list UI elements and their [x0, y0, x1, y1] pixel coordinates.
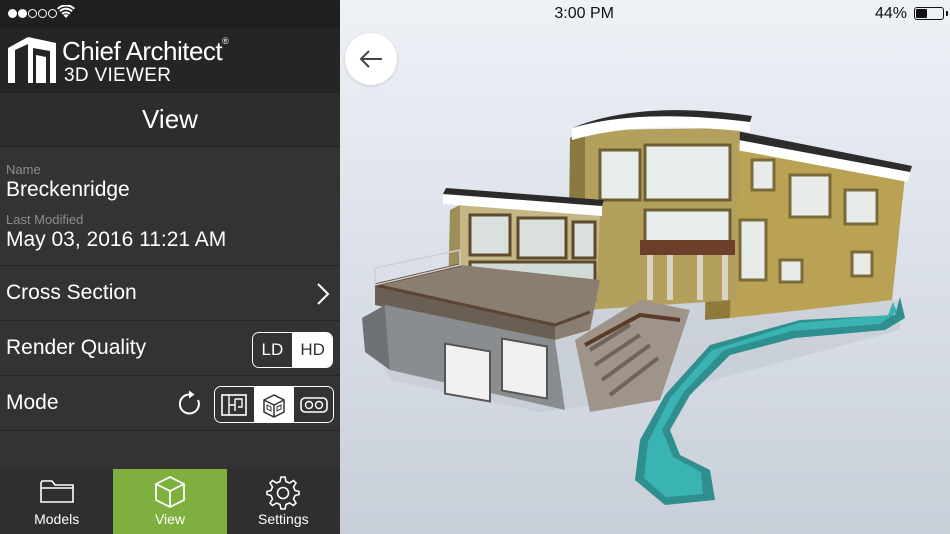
cube-icon [155, 475, 185, 509]
signal-dot [48, 9, 57, 18]
tab-label: View [154, 511, 186, 527]
last-modified-value: May 03, 2016 11:21 AM [6, 228, 227, 251]
3d-mode-option[interactable] [253, 387, 294, 422]
app-header: Chief Architect® 3D VIEWER [0, 28, 340, 92]
render-quality-toggle[interactable]: LD HD [252, 332, 333, 368]
plan-mode-option[interactable] [215, 387, 254, 422]
signal-dot [18, 9, 27, 18]
cross-section-label: Cross Section [6, 281, 137, 304]
tab-view[interactable]: View [113, 469, 227, 534]
signal-dot [28, 9, 37, 18]
chevron-right-icon [317, 283, 330, 305]
quality-hd-option[interactable]: HD [293, 333, 332, 367]
render-quality-label: Render Quality [6, 336, 147, 359]
view-mode-toggle[interactable] [214, 386, 334, 423]
brand-subtitle: 3D VIEWER [64, 65, 172, 86]
house-3d-model[interactable] [340, 0, 950, 534]
gear-icon [266, 476, 301, 510]
view-title-bar: View [0, 92, 340, 147]
vr-goggles-icon [299, 396, 328, 413]
tab-label: Models [34, 511, 80, 527]
model-info: Name Breckenridge Last Modified May 03, … [0, 148, 340, 266]
mode-label: Mode [6, 391, 59, 414]
cross-section-row[interactable]: Cross Section [0, 267, 340, 321]
signal-dot [8, 9, 17, 18]
tab-models[interactable]: Models [0, 469, 113, 534]
folder-icon [39, 480, 74, 503]
tab-label: Settings [258, 511, 309, 527]
page-title: View [142, 104, 198, 134]
tab-bar: Models View Settings [0, 469, 340, 534]
side-panel: Chief Architect® 3D VIEWER View Name Bre… [0, 0, 340, 534]
mode-row: Mode [0, 377, 340, 431]
brand-title: Chief Architect® [62, 36, 229, 66]
render-quality-row: Render Quality LD HD [0, 322, 340, 376]
vr-mode-option[interactable] [293, 387, 333, 422]
plan-icon [221, 393, 248, 416]
signal-dot [38, 9, 47, 18]
last-modified-label: Last Modified [6, 212, 84, 227]
3d-box-icon [263, 393, 285, 418]
model-name: Breckenridge [6, 178, 130, 201]
wifi-icon [57, 5, 75, 18]
status-bar-left [0, 0, 340, 28]
quality-ld-option[interactable]: LD [253, 333, 292, 367]
tab-settings[interactable]: Settings [227, 469, 340, 534]
name-label: Name [6, 162, 41, 177]
refresh-icon[interactable] [176, 390, 204, 418]
chief-architect-logo-icon [8, 37, 56, 83]
3d-viewport[interactable]: 3:00 PM 44% [340, 0, 950, 534]
